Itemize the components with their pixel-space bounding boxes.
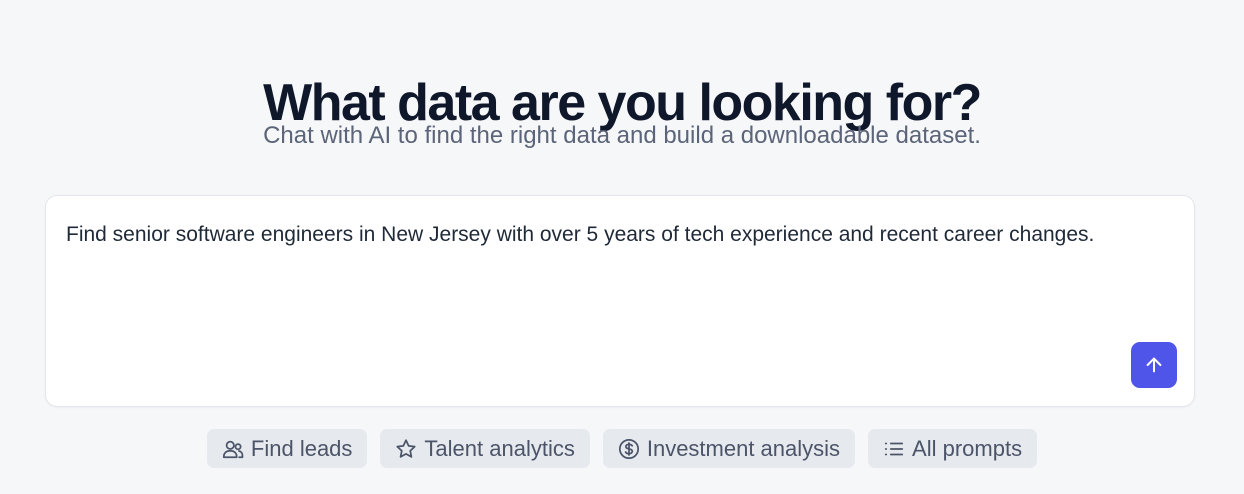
- star-icon: [394, 437, 418, 461]
- all-prompts-label: All prompts: [912, 435, 1023, 461]
- list-icon: [882, 437, 906, 461]
- users-icon: [221, 437, 245, 461]
- prompt-input[interactable]: Find senior software engineers in New Je…: [66, 218, 1126, 251]
- send-button[interactable]: [1131, 342, 1177, 388]
- investment-analysis-label: Investment analysis: [646, 435, 841, 461]
- prompt-input-box[interactable]: Find senior software engineers in New Je…: [45, 195, 1195, 407]
- all-prompts-chip[interactable]: All prompts: [868, 429, 1038, 468]
- dollar-circle-icon: [617, 437, 641, 461]
- talent-analytics-chip[interactable]: Talent analytics: [380, 429, 590, 468]
- find-leads-chip[interactable]: Find leads: [206, 429, 368, 468]
- find-leads-label: Find leads: [250, 435, 353, 461]
- investment-analysis-chip[interactable]: Investment analysis: [602, 429, 856, 468]
- talent-analytics-label: Talent analytics: [424, 435, 575, 461]
- page-subtitle: Chat with AI to find the right data and …: [263, 122, 981, 149]
- suggestion-chips: Find leads Talent analytics Investment a…: [0, 429, 1244, 468]
- arrow-up-icon: [1143, 354, 1165, 376]
